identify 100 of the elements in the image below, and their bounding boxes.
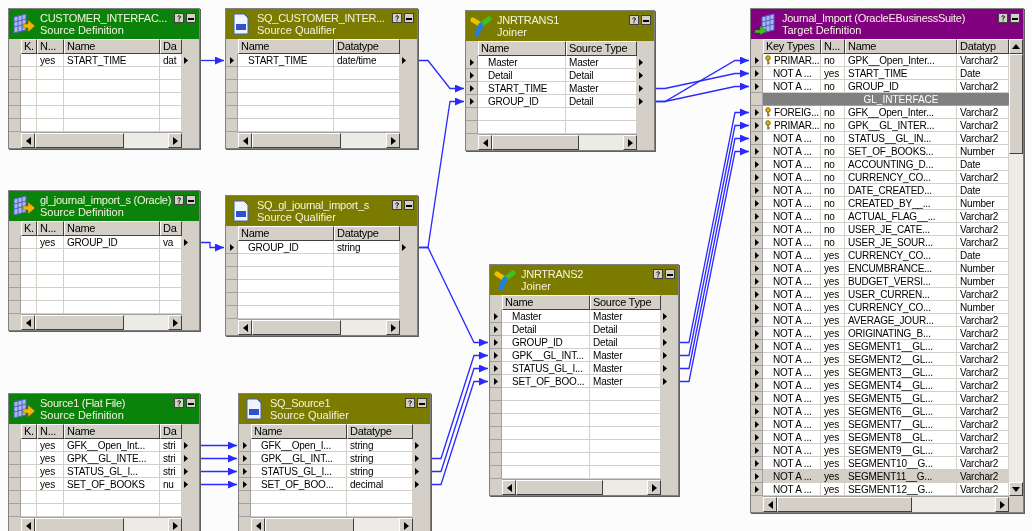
table-row[interactable]: NOT A ... yes BUDGET_VERSI... Number bbox=[763, 275, 1009, 288]
port-arrow-icon[interactable] bbox=[184, 239, 188, 246]
horizontal-scrollbar[interactable] bbox=[763, 496, 1009, 512]
table-row[interactable]: NOT A ... no DATE_CREATED... Date bbox=[763, 184, 1009, 197]
scroll-left-button[interactable] bbox=[238, 133, 252, 148]
minimize-icon[interactable] bbox=[186, 195, 196, 205]
minimize-icon[interactable] bbox=[404, 13, 414, 23]
transformation-panel[interactable] bbox=[750, 8, 1024, 513]
table-row[interactable]: NOT A ... yes SEGMENT1__GL... Varchar2 bbox=[763, 340, 1009, 353]
horizontal-scrollbar[interactable] bbox=[21, 132, 182, 148]
scroll-right-button[interactable] bbox=[168, 133, 182, 148]
table-row[interactable]: NOT A ... yes CURRENCY_CO... Date bbox=[763, 249, 1009, 262]
help-icon[interactable] bbox=[405, 398, 415, 408]
scroll-right-button[interactable] bbox=[168, 315, 182, 330]
port-arrow-icon[interactable] bbox=[184, 57, 188, 64]
vertical-scrollbar[interactable] bbox=[1009, 54, 1023, 496]
port-arrow-icon[interactable] bbox=[402, 244, 406, 251]
column-header[interactable]: Name bbox=[502, 295, 590, 310]
minimize-icon[interactable] bbox=[1010, 13, 1020, 23]
scroll-left-button[interactable] bbox=[21, 518, 35, 531]
table-row[interactable]: NOT A ... yes SEGMENT6__GL... Varchar2 bbox=[763, 405, 1009, 418]
table-row[interactable]: NOT A ... yes CURRENCY_CO... Number bbox=[763, 301, 1009, 314]
column-header[interactable]: Datatype bbox=[334, 39, 400, 54]
horizontal-scrollbar[interactable] bbox=[238, 319, 400, 335]
minimize-icon[interactable] bbox=[186, 398, 196, 408]
column-header[interactable]: N... bbox=[37, 221, 64, 236]
scroll-left-button[interactable] bbox=[21, 315, 35, 330]
help-icon[interactable] bbox=[174, 195, 184, 205]
column-header[interactable]: Name bbox=[238, 226, 334, 241]
help-icon[interactable] bbox=[629, 15, 639, 25]
scroll-thumb[interactable] bbox=[1009, 54, 1023, 154]
scroll-right-button[interactable] bbox=[386, 320, 400, 335]
table-row[interactable]: NOT A ... no ACTUAL_FLAG__... Varchar2 bbox=[763, 210, 1009, 223]
help-icon[interactable] bbox=[174, 398, 184, 408]
table-row[interactable]: NOT A ... no USER_JE_SOUR... Varchar2 bbox=[763, 236, 1009, 249]
help-icon[interactable] bbox=[174, 13, 184, 23]
column-header[interactable]: N... bbox=[821, 39, 845, 54]
minimize-icon[interactable] bbox=[186, 13, 196, 23]
table-row[interactable]: PRIMAR... no GPK__GL_INTER... Varchar2 bbox=[763, 119, 1009, 132]
table-row[interactable]: NOT A ... yes SEGMENT9__GL... Varchar2 bbox=[763, 444, 1009, 457]
column-header[interactable]: K. bbox=[21, 424, 37, 439]
table-row[interactable]: NOT A ... no STATUS__GL_IN... Varchar2 bbox=[763, 132, 1009, 145]
transformation-panel[interactable]: gl_journal_import_s (Oracle) Source Definition K. N... Name Da yes GROUP_ID va bbox=[8, 190, 200, 331]
transformation-panel[interactable]: SQ_CUSTOMER_INTER... Source Qualifier Name Datatype START_TIME date/time bbox=[225, 8, 418, 149]
column-header[interactable]: K. bbox=[21, 221, 37, 236]
horizontal-scrollbar[interactable] bbox=[21, 517, 182, 531]
scroll-left-button[interactable] bbox=[502, 480, 516, 495]
scroll-left-button[interactable] bbox=[238, 320, 252, 335]
minimize-icon[interactable] bbox=[665, 269, 675, 279]
scroll-left-button[interactable] bbox=[21, 133, 35, 148]
table-row[interactable]: NOT A ... no CREATED_BY__... Number bbox=[763, 197, 1009, 210]
horizontal-scrollbar[interactable] bbox=[502, 479, 661, 495]
table-row[interactable]: NOT A ... yes SEGMENT5__GL... Varchar2 bbox=[763, 392, 1009, 405]
help-icon[interactable] bbox=[653, 269, 663, 279]
port-arrow-icon[interactable] bbox=[229, 56, 234, 64]
scroll-up-button[interactable] bbox=[1009, 39, 1023, 54]
column-header[interactable]: N... bbox=[37, 39, 64, 54]
scroll-left-button[interactable] bbox=[763, 497, 777, 512]
scroll-right-button[interactable] bbox=[995, 497, 1009, 512]
column-header[interactable]: Da bbox=[160, 39, 182, 54]
table-row[interactable]: NOT A ... yes START_TIME Date bbox=[763, 67, 1009, 80]
table-row[interactable]: NOT A ... no CURRENCY_CO... Varchar2 bbox=[763, 171, 1009, 184]
scroll-thumb[interactable] bbox=[777, 497, 912, 512]
transformation-panel[interactable]: SQ_Source1 Source Qualifier Name Datatype GFK__Open_I... string GPK__GL_INT... string STATUS_GL_I... string SET_OF_BOO... decimal bbox=[238, 393, 431, 531]
table-row[interactable]: FOREIG... no GFK__Open_Inter... Varchar2 bbox=[763, 106, 1009, 119]
table-row[interactable]: NOT A ... yes SEGMENT2__GL... Varchar2 bbox=[763, 353, 1009, 366]
scroll-thumb[interactable] bbox=[492, 135, 579, 150]
scroll-thumb[interactable] bbox=[265, 518, 354, 531]
table-row[interactable]: NOT A ... no USER_JE_CATE... Varchar2 bbox=[763, 223, 1009, 236]
table-row[interactable]: NOT A ... yes SEGMENT8__GL... Varchar2 bbox=[763, 431, 1009, 444]
transformation-panel[interactable]: Source1 (Flat File) Source Definition K. N... Name Da yes GFK__Open_Int... stri yes GPK__GL_INTE... stri yes STATUS_GL_I... stri yes SET_OF_BOOKS nu bbox=[8, 393, 200, 531]
column-header[interactable]: Name bbox=[64, 39, 160, 54]
scroll-down-button[interactable] bbox=[1009, 482, 1023, 496]
transformation-panel[interactable]: JNRTRANS1 Joiner Name Source Type Master Master Detail Detail START_TIME Master GROUP_ID Detail bbox=[465, 10, 655, 151]
scroll-thumb[interactable] bbox=[35, 315, 124, 330]
port-arrow-icon[interactable] bbox=[229, 243, 234, 251]
column-header[interactable]: Source Type bbox=[566, 41, 637, 56]
column-header[interactable]: Name bbox=[64, 424, 160, 439]
horizontal-scrollbar[interactable] bbox=[238, 132, 400, 148]
table-row[interactable]: NOT A ... yes SEGMENT3__GL... Varchar2 bbox=[763, 366, 1009, 379]
table-row[interactable]: NOT A ... yes AVERAGE_JOUR... Varchar2 bbox=[763, 314, 1009, 327]
column-header[interactable]: Da bbox=[160, 221, 182, 236]
minimize-icon[interactable] bbox=[641, 15, 651, 25]
table-row[interactable]: NOT A ... yes SEGMENT4__GL... Varchar2 bbox=[763, 379, 1009, 392]
scroll-right-button[interactable] bbox=[647, 480, 661, 495]
transformation-panel[interactable]: SQ_gl_journal_import_s Source Qualifier Name Datatype GROUP_ID string bbox=[225, 195, 418, 336]
scroll-left-button[interactable] bbox=[251, 518, 265, 531]
help-icon[interactable] bbox=[392, 13, 402, 23]
column-header[interactable]: Datatype bbox=[334, 226, 400, 241]
table-row[interactable]: NOT A ... yes ORIGINATING_B... Varchar2 bbox=[763, 327, 1009, 340]
table-row[interactable]: NOT A ... yes SEGMENT11__G... Varchar2 bbox=[763, 470, 1009, 483]
table-row[interactable]: NOT A ... yes ENCUMBRANCE... Number bbox=[763, 262, 1009, 275]
table-row[interactable]: PRIMAR... no GPK__Open_Inter... Varchar2 bbox=[763, 54, 1009, 67]
scroll-right-button[interactable] bbox=[623, 135, 637, 150]
column-header[interactable]: Name bbox=[64, 221, 160, 236]
column-header[interactable]: K. bbox=[21, 39, 37, 54]
horizontal-scrollbar[interactable] bbox=[478, 134, 637, 150]
column-header[interactable]: Name bbox=[845, 39, 957, 54]
scroll-thumb[interactable] bbox=[252, 133, 341, 148]
column-header[interactable]: Name bbox=[251, 424, 347, 439]
